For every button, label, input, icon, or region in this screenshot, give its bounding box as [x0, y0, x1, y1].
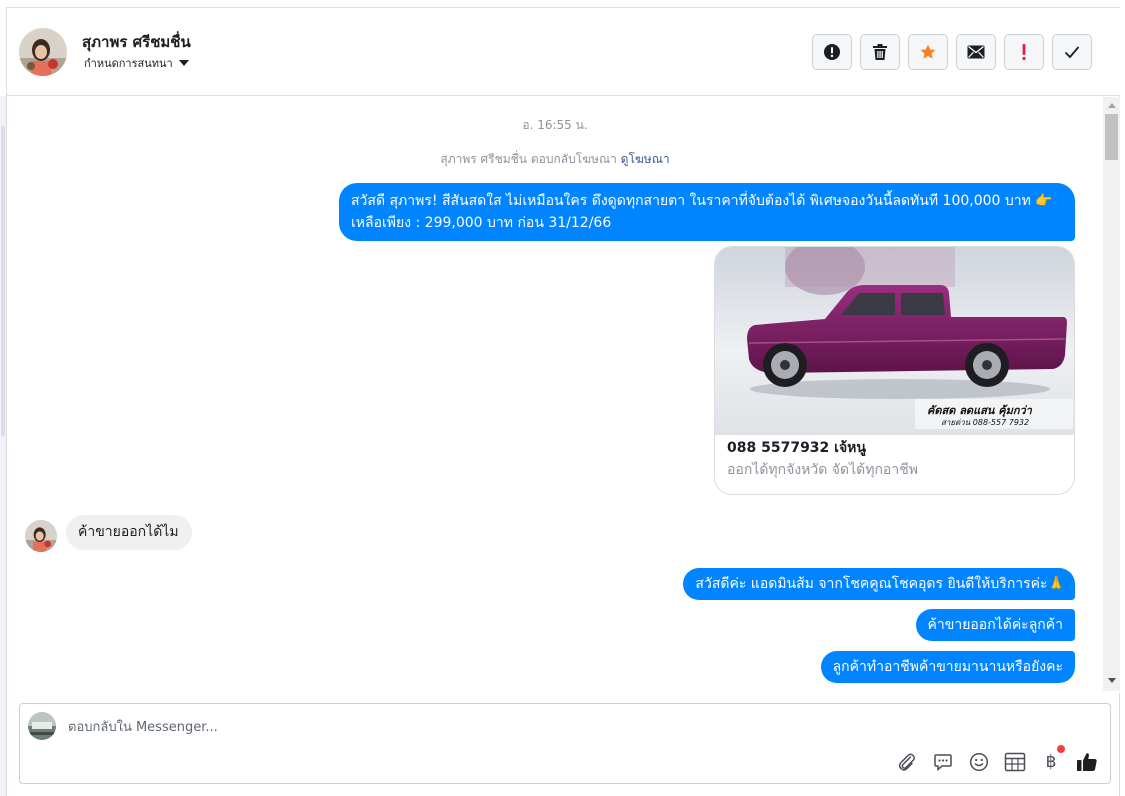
left-scroll-rail[interactable]	[0, 96, 6, 796]
contact-name[interactable]: สุภาพร ศรีชมชื่น	[82, 30, 191, 54]
car-ad-image: คัดสด ลดแสน คุ้มกว่า สายด่วน 088-557 793…	[715, 247, 1074, 435]
incoming-message-bubble: ค้าขายออกได้ไม	[66, 515, 192, 550]
ad-card[interactable]: คัดสด ลดแสน คุ้มกว่า สายด่วน 088-557 793…	[714, 246, 1075, 495]
thumbs-up-icon	[1077, 753, 1097, 771]
mark-spam-button[interactable]	[812, 34, 852, 70]
table-icon	[1004, 752, 1026, 772]
reply-message-bubble-2: ค้าขายออกได้ค่ะลูกค้า	[915, 609, 1075, 641]
attach-button[interactable]	[895, 750, 919, 774]
ad-message-bubble: สวัสดี สุภาพร! สีสันสดใส ไม่เหมือนใคร ดึ…	[339, 183, 1075, 241]
exclamation-icon	[1022, 44, 1026, 61]
page-avatar	[28, 712, 56, 740]
scroll-down-arrow-icon[interactable]	[1108, 678, 1116, 683]
payment-button[interactable]: ฿	[1039, 745, 1065, 774]
caret-down-icon	[178, 60, 189, 66]
conversation-settings-label: กำหนดการสนทนา	[84, 57, 173, 70]
mark-done-button[interactable]	[1052, 34, 1092, 70]
emoji-icon	[969, 752, 989, 772]
appointment-button[interactable]	[1003, 750, 1027, 774]
quick-reply-icon	[934, 754, 952, 772]
emoji-button[interactable]	[967, 750, 991, 774]
saved-replies-button[interactable]	[931, 750, 955, 774]
scrollbar-thumb[interactable]	[1105, 114, 1118, 160]
reply-message-bubble-3: ลูกค้าทำอาชีพค้าขายมานานหรือยังคะ	[820, 651, 1075, 683]
delete-button[interactable]	[860, 34, 900, 70]
scroll-up-arrow-icon[interactable]	[1108, 103, 1116, 108]
like-button[interactable]	[1075, 750, 1099, 774]
envelope-icon	[967, 45, 985, 59]
trash-icon	[873, 44, 887, 60]
thread-scrollbar[interactable]	[1103, 97, 1120, 691]
ad-reply-text: สุภาพร ศรีชมชื่น ตอบกลับโฆษณา	[440, 152, 617, 166]
header-actions	[812, 34, 1092, 70]
star-button[interactable]	[908, 34, 948, 70]
conversation-settings-dropdown[interactable]: กำหนดการสนทนา	[84, 54, 189, 72]
view-ad-link[interactable]: ดูโฆษณา	[621, 152, 670, 166]
reply-composer: ฿	[19, 703, 1111, 784]
ad-image-headline: คัดสด ลดแสน คุ้มกว่า	[927, 404, 1033, 418]
ad-reply-note: สุภาพร ศรีชมชื่น ตอบกลับโฆษณา ดูโฆษณา	[7, 150, 1103, 169]
message-timestamp: อ. 16:55 น.	[522, 118, 588, 132]
paperclip-icon	[898, 753, 915, 771]
conversation-header: สุภาพร ศรีชมชื่น กำหนดการสนทนา	[7, 8, 1120, 96]
mark-important-button[interactable]	[1004, 34, 1044, 70]
mark-unread-button[interactable]	[956, 34, 996, 70]
contact-avatar-small	[25, 520, 57, 552]
notification-dot	[1057, 745, 1065, 753]
baht-icon: ฿	[1045, 752, 1057, 772]
check-icon	[1064, 46, 1080, 59]
alert-circle-icon	[824, 44, 840, 60]
composer-tools: ฿	[895, 745, 1099, 774]
reply-input[interactable]	[68, 716, 768, 738]
message-thread[interactable]: อ. 16:55 น. สุภาพร ศรีชมชื่น ตอบกลับโฆษณ…	[7, 97, 1120, 693]
ad-card-subtitle: ออกได้ทุกจังหวัด จัดได้ทุกอาชีพ	[727, 462, 918, 478]
ad-card-title: 088 5577932 เจ้หนู	[727, 440, 866, 456]
star-icon	[920, 44, 936, 59]
contact-avatar[interactable]	[19, 28, 67, 76]
reply-message-bubble-1: สวัสดีค่ะ แอดมินส้ม จากโชคคูณโชคอุดร ยิน…	[683, 568, 1075, 600]
ad-image-hotline: สายด่วน 088-557 7932	[941, 418, 1029, 427]
